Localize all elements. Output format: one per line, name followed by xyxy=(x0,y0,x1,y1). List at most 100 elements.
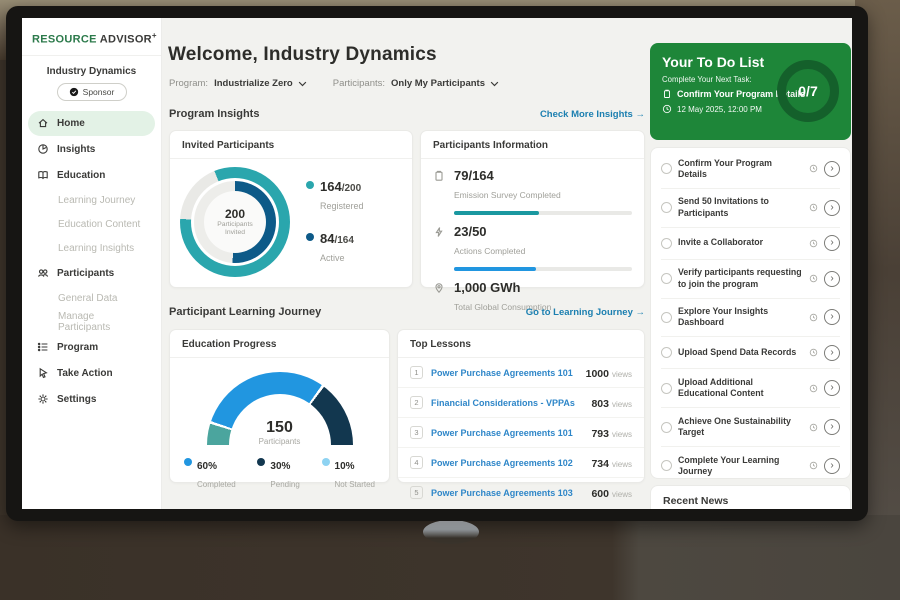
program-icon xyxy=(36,341,49,354)
sidebar-item-program[interactable]: Program xyxy=(28,335,155,360)
lesson-link[interactable]: Financial Considerations - VPPAs xyxy=(431,398,583,408)
chevron-right-icon[interactable]: › xyxy=(824,309,840,325)
sidebar-item-settings[interactable]: Settings xyxy=(28,387,155,412)
task-row-1[interactable]: Confirm Your Program Details › xyxy=(661,150,840,189)
recent-news-card: Recent News xyxy=(650,485,851,509)
task-row-7[interactable]: Upload Additional Educational Content › xyxy=(661,369,840,408)
sponsor-badge-label: Sponsor xyxy=(83,87,115,97)
clock-icon xyxy=(809,203,818,212)
task-checkbox[interactable] xyxy=(661,273,672,284)
sidebar-item-education-content[interactable]: Education Content xyxy=(28,213,155,236)
link-text: Check More Insights xyxy=(540,109,633,120)
dashboard-screen: RESOURCE ADVISOR+ Industry Dynamics Spon… xyxy=(22,18,852,509)
sidebar: RESOURCE ADVISOR+ Industry Dynamics Spon… xyxy=(22,18,162,509)
chevron-down-icon xyxy=(298,81,307,87)
sidebar-item-learning-journey[interactable]: Learning Journey xyxy=(28,189,155,212)
card-title: Top Lessons xyxy=(398,330,644,358)
sidebar-item-label: General Data xyxy=(58,293,117,304)
task-row-6[interactable]: Upload Spend Data Records › xyxy=(661,337,840,369)
lesson-row: 2 Financial Considerations - VPPAs 803vi… xyxy=(398,388,644,418)
card-title: Invited Participants xyxy=(170,131,412,159)
donut-gap: 200 Participants Invited xyxy=(191,178,279,266)
stat-value: 23/50 xyxy=(454,224,487,239)
task-checkbox[interactable] xyxy=(661,460,672,471)
chevron-right-icon[interactable]: › xyxy=(824,200,840,216)
check-more-insights-link[interactable]: Check More Insights → xyxy=(540,109,645,120)
donut-legend: 164/200Registered 84/164Active xyxy=(306,178,364,266)
program-filter-label: Program: xyxy=(169,78,208,89)
lesson-link[interactable]: Power Purchase Agreements 101 xyxy=(431,368,578,378)
participants-information-card: Participants Information 79/164Emission … xyxy=(420,130,645,288)
sidebar-item-insights[interactable]: Insights xyxy=(28,137,155,162)
lesson-views: 600 xyxy=(591,488,609,500)
clock-icon xyxy=(809,239,818,248)
take-action-icon xyxy=(36,367,49,380)
task-checkbox[interactable] xyxy=(661,312,672,323)
sidebar-item-education[interactable]: Education xyxy=(28,163,155,188)
participants-filter-selected: Only My Participants xyxy=(391,78,485,89)
task-row-9[interactable]: Complete Your Learning Journey › xyxy=(661,447,840,479)
program-filter[interactable]: Program: Industrialize Zero xyxy=(169,78,307,89)
task-checkbox[interactable] xyxy=(661,163,672,174)
lesson-row: 3 Power Purchase Agreements 101 793views xyxy=(398,418,644,448)
chevron-down-icon xyxy=(490,81,499,87)
lesson-link[interactable]: Power Purchase Agreements 102 xyxy=(431,458,583,468)
sidebar-item-label: Manage Participants xyxy=(58,311,147,333)
page-title: Welcome, Industry Dynamics xyxy=(168,44,437,66)
go-to-learning-journey-link[interactable]: Go to Learning Journey → xyxy=(526,307,645,318)
lesson-rank: 5 xyxy=(410,486,423,499)
program-filter-value[interactable]: Industrialize Zero xyxy=(214,78,307,89)
lesson-link[interactable]: Power Purchase Agreements 101 xyxy=(431,428,583,438)
sidebar-item-label: Learning Journey xyxy=(58,195,135,206)
clock-icon xyxy=(662,104,672,114)
legend-pending: 30%Pending xyxy=(257,456,299,492)
task-checkbox[interactable] xyxy=(661,422,672,433)
chevron-right-icon[interactable]: › xyxy=(824,161,840,177)
legend-not-started: 10%Not Started xyxy=(322,456,375,492)
stat-emission-survey: 79/164Emission Survey Completed xyxy=(421,159,644,205)
task-checkbox[interactable] xyxy=(661,238,672,249)
sidebar-item-general-data[interactable]: General Data xyxy=(28,287,155,310)
gauge-center-value: 150 xyxy=(207,419,353,437)
sidebar-item-learning-insights[interactable]: Learning Insights xyxy=(28,237,155,260)
logo-resource: RESOURCE xyxy=(32,34,97,46)
task-checkbox[interactable] xyxy=(661,202,672,213)
sidebar-item-label: Home xyxy=(57,118,85,129)
chevron-right-icon[interactable]: › xyxy=(824,235,840,251)
education-icon xyxy=(36,169,49,182)
task-row-3[interactable]: Invite a Collaborator › xyxy=(661,228,840,260)
task-checkbox[interactable] xyxy=(661,383,672,394)
sponsor-badge[interactable]: Sponsor xyxy=(57,83,127,101)
participants-filter[interactable]: Participants: Only My Participants xyxy=(333,78,499,89)
chevron-right-icon[interactable]: › xyxy=(824,271,840,287)
pin-icon xyxy=(433,282,446,295)
task-row-8[interactable]: Achieve One Sustainability Target › xyxy=(661,408,840,447)
sidebar-item-home[interactable]: Home xyxy=(28,111,155,136)
task-label: Upload Additional Educational Content xyxy=(678,377,803,400)
legend-dot-navy xyxy=(306,233,314,241)
legend-label: Pending xyxy=(270,480,299,489)
chevron-right-icon[interactable]: › xyxy=(824,419,840,435)
clipboard-icon xyxy=(662,89,672,99)
lesson-rank: 2 xyxy=(410,396,423,409)
task-checkbox[interactable] xyxy=(661,347,672,358)
program-filter-selected: Industrialize Zero xyxy=(214,78,293,89)
sidebar-item-participants[interactable]: Participants xyxy=(28,261,155,286)
todo-progress-ring: 0/7 xyxy=(777,60,839,122)
participants-filter-value[interactable]: Only My Participants xyxy=(391,78,499,89)
chevron-right-icon[interactable]: › xyxy=(824,380,840,396)
task-row-5[interactable]: Explore Your Insights Dashboard › xyxy=(661,299,840,338)
task-label: Send 50 Invitations to Participants xyxy=(678,196,803,219)
sidebar-item-manage-participants[interactable]: Manage Participants xyxy=(28,311,155,334)
lesson-row: 4 Power Purchase Agreements 102 734views xyxy=(398,448,644,478)
chevron-right-icon[interactable]: › xyxy=(824,345,840,361)
task-row-4[interactable]: Verify participants requesting to join t… xyxy=(661,260,840,299)
sidebar-item-label: Program xyxy=(57,342,98,353)
chevron-right-icon[interactable]: › xyxy=(824,458,840,474)
task-row-2[interactable]: Send 50 Invitations to Participants › xyxy=(661,189,840,228)
lesson-link[interactable]: Power Purchase Agreements 103 xyxy=(431,488,583,498)
donut-center-value: 200 xyxy=(225,207,245,221)
sidebar-item-take-action[interactable]: Take Action xyxy=(28,361,155,386)
app-logo: RESOURCE ADVISOR+ xyxy=(22,18,161,56)
arrow-right-icon: → xyxy=(636,109,646,120)
